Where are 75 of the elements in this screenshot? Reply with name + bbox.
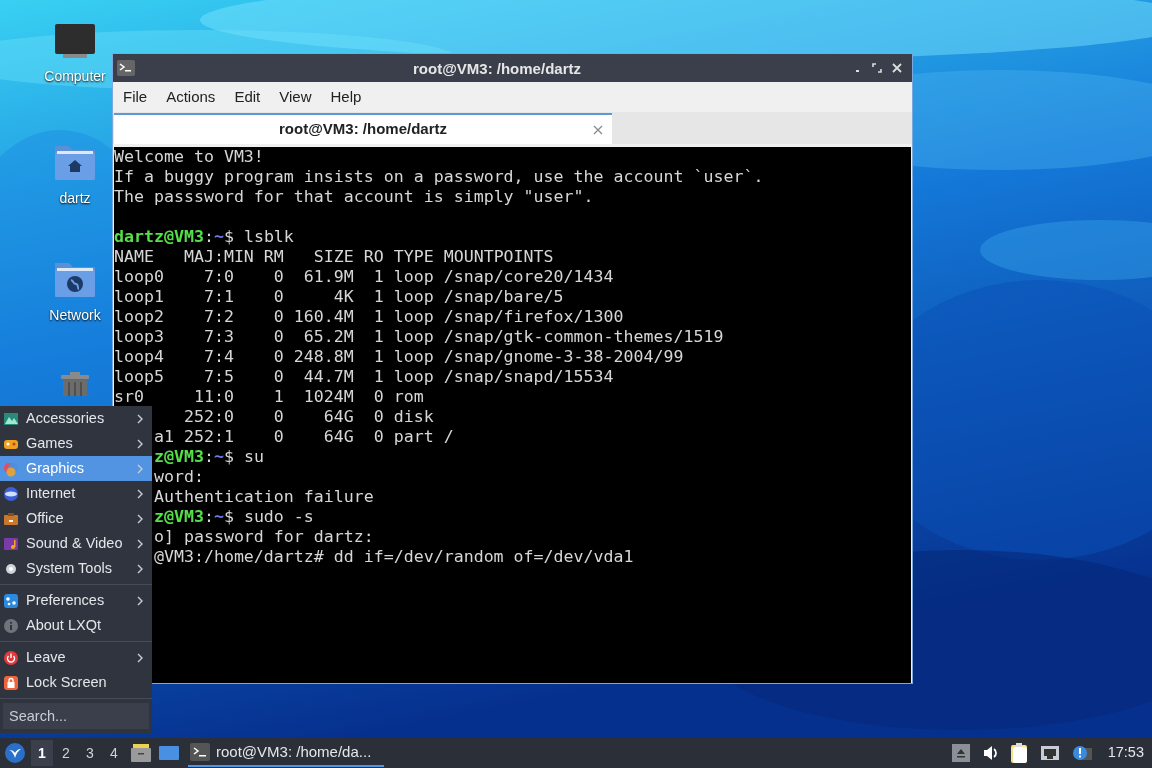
terminal-line: loop1 7:1 0 4K 1 loop /snap/bare/5 bbox=[114, 287, 564, 306]
terminal-line: loop4 7:4 0 248.8M 1 loop /snap/gnome-3-38-2004/99 bbox=[114, 347, 684, 366]
terminal-line: The passsword for that account is simply "user". bbox=[114, 187, 594, 206]
menu-item[interactable]: Help bbox=[324, 85, 368, 109]
terminal-icon bbox=[117, 60, 135, 76]
menu-item[interactable]: Internet bbox=[0, 481, 152, 506]
restore-icon[interactable] bbox=[870, 61, 884, 75]
menu-item[interactable]: Actions bbox=[160, 85, 222, 109]
lock-icon bbox=[3, 674, 19, 691]
menu-item[interactable]: View bbox=[273, 85, 318, 109]
terminal-line: Authentication failure bbox=[153, 487, 374, 506]
globe-icon bbox=[3, 485, 19, 502]
briefcase-icon bbox=[3, 510, 19, 527]
menu-item[interactable]: Office bbox=[0, 506, 152, 531]
chevron-icon bbox=[137, 513, 144, 524]
terminal-line: o] password for dartz: bbox=[153, 527, 374, 546]
chevron-icon bbox=[137, 463, 144, 474]
terminal-line: 252:0 0 64G 0 disk bbox=[182, 407, 434, 426]
network-port-icon[interactable] bbox=[1039, 744, 1060, 762]
terminal-line: z@VM3:~$ sudo -s bbox=[153, 507, 314, 526]
settings-icon bbox=[3, 592, 19, 609]
terminal-line: dartz@VM3:~$ lsblk bbox=[114, 227, 294, 246]
volume-icon[interactable] bbox=[981, 744, 998, 762]
info-icon bbox=[3, 617, 19, 634]
color-circles-icon bbox=[3, 460, 19, 477]
menu-item[interactable]: Lock Screen bbox=[0, 670, 152, 695]
picture-tool-icon bbox=[3, 410, 19, 427]
menu-item[interactable]: System Tools bbox=[0, 556, 152, 581]
start-menu-button[interactable] bbox=[4, 742, 26, 764]
clock[interactable]: 17:53 bbox=[1107, 742, 1144, 764]
close-icon[interactable] bbox=[592, 124, 604, 136]
desktop-switch-button[interactable]: 4 bbox=[103, 740, 125, 766]
terminal-line: loop3 7:3 0 65.2M 1 loop /snap/gtk-common-themes/1519 bbox=[114, 327, 724, 346]
menu-item[interactable]: File bbox=[117, 85, 154, 109]
media-icon bbox=[3, 535, 19, 552]
menu-item[interactable]: About LXQt bbox=[0, 613, 152, 638]
menu-item[interactable]: Leave bbox=[0, 645, 152, 670]
chevron-icon bbox=[137, 488, 144, 499]
tab[interactable]: root@VM3: /home/dartz bbox=[114, 113, 612, 144]
desktop-switch-button[interactable]: 3 bbox=[79, 740, 101, 766]
terminal-line: Welcome to VM3! bbox=[114, 147, 264, 166]
chevron-icon bbox=[137, 538, 144, 549]
menu-item[interactable]: Edit bbox=[228, 85, 267, 109]
file-cabinet-icon[interactable] bbox=[130, 742, 152, 764]
chevron-icon bbox=[137, 595, 144, 606]
search-field[interactable]: Search... bbox=[3, 703, 149, 729]
terminal-line: loop2 7:2 0 160.4M 1 loop /snap/firefox/1300 bbox=[114, 307, 624, 326]
terminal-line: @VM3:/home/dartz# dd if=/dev/random of=/dev/vda1 bbox=[153, 547, 634, 566]
window-title: root@VM3: /home/dartz bbox=[413, 59, 581, 79]
eject-icon[interactable] bbox=[951, 744, 970, 762]
terminal-icon bbox=[190, 743, 210, 761]
terminal-line: If a buggy program insists on a password, use the account `user`. bbox=[114, 167, 764, 186]
terminal-line: a1 252:1 0 64G 0 part / bbox=[153, 427, 454, 446]
menu-item[interactable]: Preferences bbox=[0, 588, 152, 613]
desktop-switch-button[interactable]: 1 bbox=[31, 740, 53, 766]
clipboard-icon[interactable] bbox=[1009, 742, 1028, 764]
terminal-line: loop5 7:5 0 44.7M 1 loop /snap/snapd/15534 bbox=[114, 367, 614, 386]
taskbar-button[interactable]: root@VM3: /home/da... bbox=[188, 739, 384, 767]
terminal-line: word: bbox=[153, 467, 204, 486]
menu-item[interactable]: Sound & Video bbox=[0, 531, 152, 556]
menu-item[interactable]: Accessories bbox=[0, 406, 152, 431]
close-icon[interactable] bbox=[890, 61, 904, 75]
terminal-line: z@VM3:~$ su bbox=[153, 447, 264, 466]
chevron-icon bbox=[137, 438, 144, 449]
chevron-icon bbox=[137, 563, 144, 574]
terminal-line: loop0 7:0 0 61.9M 1 loop /snap/core20/1434 bbox=[114, 267, 614, 286]
desktop-switch-button[interactable]: 2 bbox=[55, 740, 77, 766]
notification-icon[interactable] bbox=[1071, 744, 1092, 762]
menu-item[interactable]: Games bbox=[0, 431, 152, 456]
terminal-line: sr0 11:0 1 1024M 0 rom bbox=[114, 387, 424, 406]
desktop-icon-label[interactable]: Network bbox=[49, 305, 101, 326]
power-icon bbox=[3, 649, 19, 666]
chevron-icon bbox=[137, 413, 144, 424]
chevron-icon bbox=[137, 652, 144, 663]
terminal-line: NAME MAJ:MIN RM SIZE RO TYPE MOUNTPOINTS bbox=[114, 247, 554, 266]
